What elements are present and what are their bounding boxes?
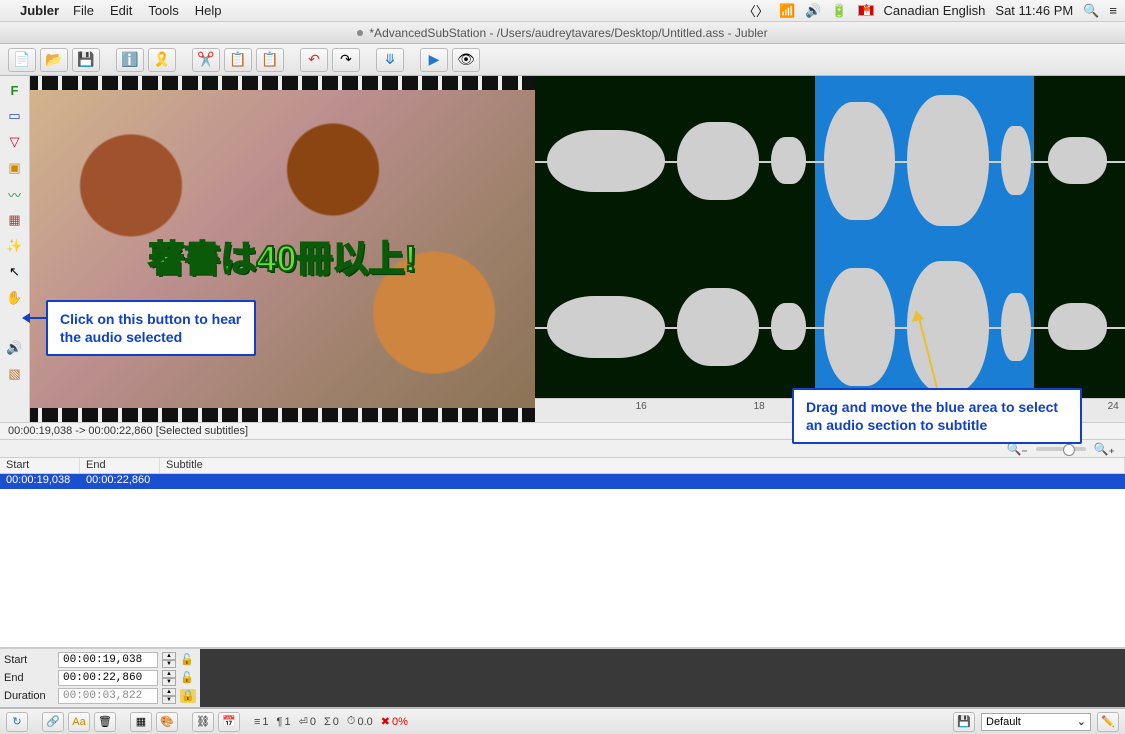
open-button[interactable]: 📂 xyxy=(40,48,68,72)
tool-rect-icon[interactable]: ▭ xyxy=(5,106,25,126)
duration-label: Duration xyxy=(4,690,54,702)
zoom-in-icon[interactable]: 🔍₊ xyxy=(1094,442,1115,456)
timing-panel: Start 00:00:19,038 ▲▼ 🔓 End 00:00:22,860… xyxy=(0,648,1125,708)
grid-button[interactable]: ▦ xyxy=(130,712,152,732)
ruler-tick: 18 xyxy=(754,401,765,412)
clock[interactable]: Sat 11:46 PM xyxy=(995,3,1073,18)
window-titlebar: *AdvancedSubStation - /Users/audreytavar… xyxy=(0,22,1125,44)
tool-f-icon[interactable]: F xyxy=(5,80,25,100)
paste-button[interactable]: 📋 xyxy=(256,48,284,72)
battery-icon[interactable]: 🔋 xyxy=(831,3,847,19)
app-name[interactable]: Jubler xyxy=(20,3,59,18)
callout-drag-selection: Drag and move the blue area to select an… xyxy=(792,388,1082,444)
waveform-panel[interactable]: 16 18 20 22 24 xyxy=(535,76,1125,422)
video-preview[interactable]: 著書は40冊以上! xyxy=(30,76,535,422)
start-label: Start xyxy=(4,654,54,666)
side-toolbar: F ▭ ▽ ▣ 〰 ▦ ✨ ↖ ✋ 🔊 ▧ xyxy=(0,76,30,422)
duration-stepper[interactable]: ▲▼ xyxy=(162,688,176,704)
duration-lock-icon[interactable]: 🔒 xyxy=(180,689,196,703)
code-icon[interactable]: 〈〉 xyxy=(743,1,769,20)
text-style-button[interactable]: Aa xyxy=(68,712,90,732)
filmstrip-bottom xyxy=(30,408,535,422)
ruler-tick: 16 xyxy=(636,401,647,412)
col-start[interactable]: Start xyxy=(0,458,80,473)
tool-hand-icon[interactable]: ✋ xyxy=(5,288,25,308)
col-end[interactable]: End xyxy=(80,458,160,473)
tool-palette-icon[interactable]: ▦ xyxy=(5,210,25,230)
end-stepper[interactable]: ▲▼ xyxy=(162,670,176,686)
start-value[interactable]: 00:00:19,038 xyxy=(58,652,158,668)
info-button[interactable]: ℹ️ xyxy=(116,48,144,72)
refresh-button[interactable]: ↻ xyxy=(6,712,28,732)
main-toolbar: 📄 📂 💾 ℹ️ 🎗️ ✂️ 📋 📋 ↶ ↷ ⤋ ▶ 👁 xyxy=(0,44,1125,76)
menu-edit[interactable]: Edit xyxy=(110,3,132,18)
wifi-icon[interactable]: 📶 xyxy=(779,3,795,19)
bottom-bar: ↻ 🔗 Aa 🗑 ▦ 🎨 ⛓ 📅 ≡1 ¶1 ⏎0 Σ0 ⏱0.0 ✖0% 💾 … xyxy=(0,708,1125,734)
menu-file[interactable]: File xyxy=(73,3,94,18)
table-header: Start End Subtitle xyxy=(0,458,1125,474)
cell-end: 00:00:22,860 xyxy=(80,474,160,489)
subtitle-text-editor[interactable] xyxy=(200,649,1125,707)
play-button[interactable]: ▶ xyxy=(420,48,448,72)
duration-value: 00:00:03,822 xyxy=(58,688,158,704)
start-lock-icon[interactable]: 🔓 xyxy=(180,653,196,667)
col-subtitle[interactable]: Subtitle xyxy=(160,458,1125,473)
preview-button[interactable]: 👁 xyxy=(452,48,480,72)
stats: ≡1 ¶1 ⏎0 Σ0 ⏱0.0 ✖0% xyxy=(254,715,408,728)
spotlight-icon[interactable]: 🔍 xyxy=(1083,3,1099,19)
tool-triangle-icon[interactable]: ▽ xyxy=(5,132,25,152)
play-audio-button[interactable]: 🔊 xyxy=(5,338,25,358)
chevron-down-icon: ⌄ xyxy=(1077,715,1086,728)
end-label: End xyxy=(4,672,54,684)
menu-extra-icon[interactable]: ≡ xyxy=(1109,3,1117,18)
ruler-tick: 24 xyxy=(1108,401,1119,412)
cut-button[interactable]: ✂️ xyxy=(192,48,220,72)
tool-wave-icon[interactable]: 〰 xyxy=(5,184,25,204)
new-button[interactable]: 📄 xyxy=(8,48,36,72)
expand-down-button[interactable]: ⤋ xyxy=(376,48,404,72)
menu-help[interactable]: Help xyxy=(195,3,222,18)
main-area: F ▭ ▽ ▣ 〰 ▦ ✨ ↖ ✋ 🔊 ▧ 著書は40冊以上! xyxy=(0,76,1125,422)
preview-overlay-text: 著書は40冊以上! xyxy=(148,230,416,282)
undo-button[interactable]: ↶ xyxy=(300,48,328,72)
selection-status-text: 00:00:19,038 -> 00:00:22,860 [Selected s… xyxy=(8,425,248,437)
cell-subtitle xyxy=(160,474,1125,489)
waveform-channel-right xyxy=(535,249,1125,405)
zoom-slider[interactable] xyxy=(1036,447,1086,451)
modified-dot-icon xyxy=(357,30,363,36)
volume-icon[interactable]: 🔊 xyxy=(805,3,821,19)
end-value[interactable]: 00:00:22,860 xyxy=(58,670,158,686)
redo-button[interactable]: ↷ xyxy=(332,48,360,72)
start-stepper[interactable]: ▲▼ xyxy=(162,652,176,668)
bookmark-button[interactable]: 🎗️ xyxy=(148,48,176,72)
edit-style-button[interactable]: ✏️ xyxy=(1097,712,1119,732)
subtitle-table[interactable]: Start End Subtitle 00:00:19,038 00:00:22… xyxy=(0,458,1125,648)
trash-button[interactable]: 🗑 xyxy=(94,712,116,732)
save-button[interactable]: 💾 xyxy=(72,48,100,72)
macos-menubar: Jubler File Edit Tools Help 〈〉 📶 🔊 🔋 Can… xyxy=(0,0,1125,22)
tool-pointer-icon[interactable]: ↖ xyxy=(5,262,25,282)
link-button[interactable]: 🔗 xyxy=(42,712,64,732)
window-title: *AdvancedSubStation - /Users/audreytavar… xyxy=(369,26,767,40)
cell-start: 00:00:19,038 xyxy=(0,474,80,489)
style-dropdown-value: Default xyxy=(986,716,1021,728)
flag-icon[interactable] xyxy=(858,5,874,16)
style-dropdown[interactable]: Default ⌄ xyxy=(981,713,1091,731)
copy-button[interactable]: 📋 xyxy=(224,48,252,72)
callout-hear-audio: Click on this button to hear the audio s… xyxy=(46,300,256,356)
tool-box-icon[interactable]: ▣ xyxy=(5,158,25,178)
filmstrip-top xyxy=(30,76,535,90)
table-row[interactable]: 00:00:19,038 00:00:22,860 xyxy=(0,474,1125,489)
tool-image-icon[interactable]: ▧ xyxy=(5,364,25,384)
chain-button[interactable]: ⛓ xyxy=(192,712,214,732)
menu-tools[interactable]: Tools xyxy=(148,3,178,18)
calendar-button[interactable]: 📅 xyxy=(218,712,240,732)
waveform-channel-left xyxy=(535,83,1125,239)
tool-wand-icon[interactable]: ✨ xyxy=(5,236,25,256)
save-style-button[interactable]: 💾 xyxy=(953,712,975,732)
input-language[interactable]: Canadian English xyxy=(884,3,986,18)
end-lock-icon[interactable]: 🔓 xyxy=(180,671,196,685)
color-grid-button[interactable]: 🎨 xyxy=(156,712,178,732)
